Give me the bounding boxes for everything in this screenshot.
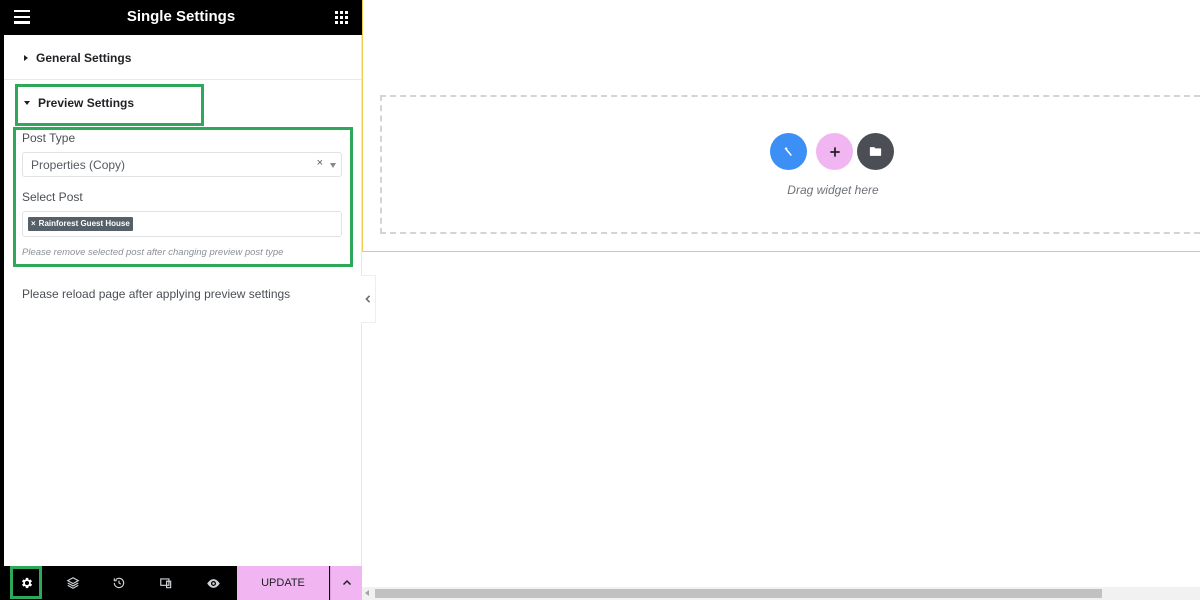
chevron-left-icon [365, 295, 371, 303]
add-template-button[interactable] [857, 133, 894, 170]
ai-button[interactable] [770, 133, 807, 170]
chevron-down-icon [330, 163, 336, 168]
history-icon [113, 577, 125, 589]
plus-icon [829, 146, 840, 157]
collapse-panel-button[interactable] [361, 275, 376, 323]
responsive-icon [160, 578, 172, 589]
settings-panel: Single Settings General Settings Preview… [0, 0, 362, 600]
section-preview-settings[interactable]: Preview Settings [4, 81, 361, 125]
folder-icon [869, 147, 882, 156]
post-type-hint: Please remove selected post after changi… [22, 247, 284, 258]
app-root: Single Settings General Settings Preview… [0, 0, 1200, 600]
layers-button[interactable] [50, 566, 96, 600]
layers-icon [66, 577, 80, 589]
clear-icon[interactable]: × [317, 157, 323, 169]
caret-right-icon [24, 54, 28, 61]
select-post-input[interactable]: × Rainforest Guest House [22, 211, 342, 237]
scroll-left-icon[interactable] [365, 590, 369, 596]
chevron-up-icon [342, 579, 351, 586]
tag-label: Rainforest Guest House [38, 219, 130, 228]
select-post-label: Select Post [22, 190, 83, 204]
post-type-value: Properties (Copy) [31, 158, 126, 172]
preview-button[interactable] [190, 566, 236, 600]
responsive-button[interactable] [143, 566, 189, 600]
wand-icon [783, 146, 792, 156]
drag-widget-text: Drag widget here [787, 183, 879, 197]
eye-icon [206, 578, 220, 588]
section-general-label: General Settings [36, 50, 132, 65]
bottom-toolbar: UPDATE [0, 566, 362, 600]
update-button[interactable]: UPDATE [237, 566, 329, 600]
caret-down-icon [24, 101, 30, 105]
panel-title: Single Settings [126, 8, 236, 25]
post-type-select[interactable]: Properties (Copy) × [22, 152, 342, 177]
update-options-button[interactable] [330, 566, 362, 600]
reload-note: Please reload page after applying previe… [22, 287, 291, 301]
add-section-button[interactable] [816, 133, 853, 170]
history-button[interactable] [96, 566, 142, 600]
post-type-label: Post Type [22, 131, 76, 145]
gear-icon [21, 577, 33, 589]
panel-header: Single Settings [0, 0, 362, 35]
grid-icon[interactable] [335, 11, 348, 24]
scrollbar-thumb[interactable] [375, 589, 1102, 598]
selected-post-tag: × Rainforest Guest House [28, 217, 133, 231]
section-general-settings[interactable]: General Settings [4, 36, 361, 80]
section-preview-label: Preview Settings [38, 96, 135, 110]
horizontal-scrollbar[interactable] [362, 587, 1200, 600]
settings-button[interactable] [4, 566, 50, 600]
tag-remove-icon[interactable]: × [31, 219, 36, 228]
